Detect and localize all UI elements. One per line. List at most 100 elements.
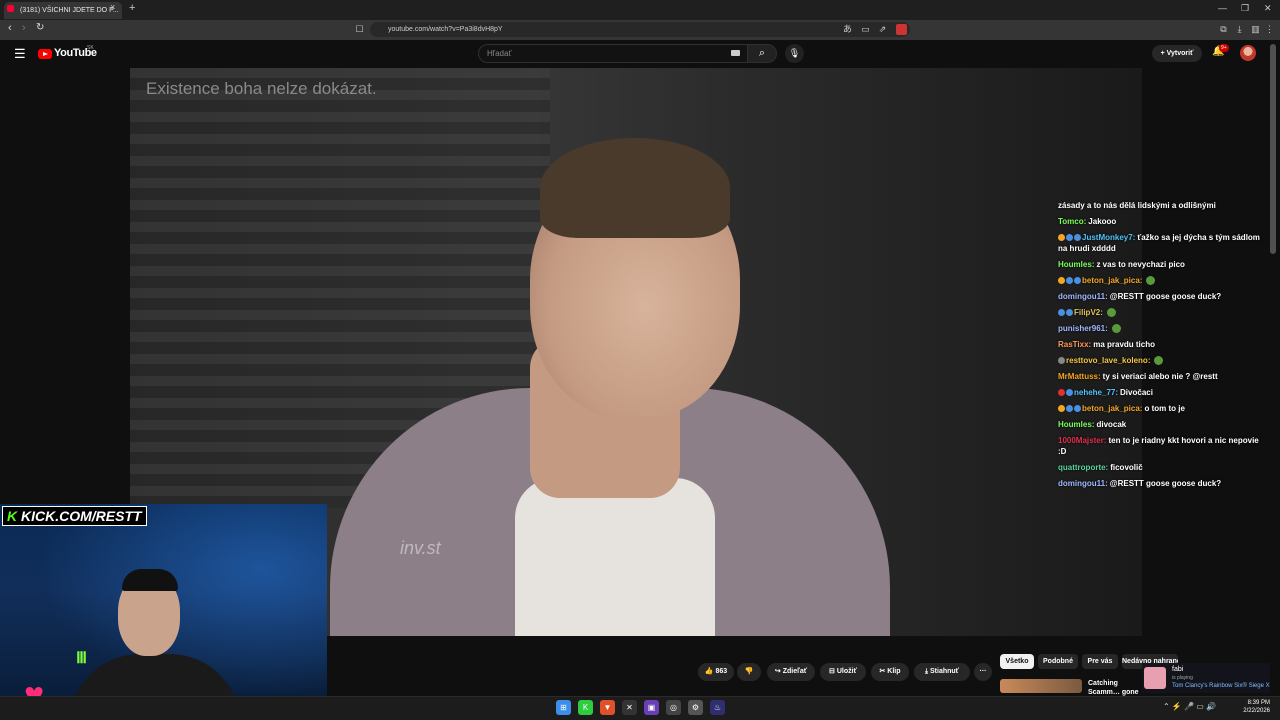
chat-text: Jakooo bbox=[1088, 217, 1117, 226]
sidebar-icon[interactable]: ▥ bbox=[1250, 24, 1261, 35]
close-window-button[interactable]: ✕ bbox=[1264, 3, 1272, 14]
reload-icon[interactable]: ↻ bbox=[36, 22, 44, 33]
chat-text: ty si veriaci alebo nie ? @restt bbox=[1102, 372, 1218, 381]
chat-message: punisher961: bbox=[1058, 323, 1268, 334]
share-page-icon[interactable]: ⇗ bbox=[877, 24, 888, 35]
settings-app-icon[interactable]: ⚙ bbox=[688, 700, 703, 715]
taskbar-clock[interactable]: 8:39 PM 2/22/2026 bbox=[1238, 699, 1270, 715]
chat-text: Divočaci bbox=[1120, 388, 1153, 397]
video-caption: Existence boha nelze dokázat. bbox=[146, 79, 377, 98]
chat-badge-icon bbox=[1058, 357, 1065, 364]
chat-username: nehehe_77: bbox=[1074, 388, 1119, 397]
avatar[interactable] bbox=[1240, 45, 1256, 61]
clock-time: 8:39 PM bbox=[1247, 700, 1270, 706]
hamburger-menu-icon[interactable]: ☰ bbox=[14, 46, 26, 62]
chat-emote-icon bbox=[1154, 356, 1164, 365]
url-field[interactable]: youtube.com/watch?v=Pa3i8dvH8pY bbox=[370, 22, 910, 37]
streamer-cap bbox=[122, 569, 178, 591]
chat-message: Houmles: z vas to nevychazi pico bbox=[1058, 259, 1268, 270]
chat-badge-icon bbox=[1066, 405, 1073, 412]
chat-username: resttovo_lave_koleno: bbox=[1066, 356, 1151, 365]
chrome-icon[interactable]: ◎ bbox=[666, 700, 681, 715]
page-scrollbar[interactable] bbox=[1270, 44, 1276, 254]
share-button[interactable]: ↪ Zdieľať bbox=[767, 663, 815, 681]
twitch-icon[interactable]: ▣ bbox=[644, 700, 659, 715]
steam-icon[interactable]: ♨ bbox=[710, 700, 725, 715]
chat-badge-icon bbox=[1058, 234, 1065, 241]
extensions-icon[interactable]: ⧉ bbox=[1218, 24, 1229, 35]
save-button[interactable]: ⊟ Uložiť bbox=[820, 663, 866, 681]
extension-icon[interactable] bbox=[896, 24, 907, 35]
monster-energy-icon: Ⅲ bbox=[76, 650, 88, 667]
bookmark-icon[interactable]: ☐ bbox=[354, 24, 365, 35]
chip-all[interactable]: Všetko bbox=[1000, 654, 1034, 669]
voice-search-button[interactable]: 🎙 bbox=[785, 44, 804, 63]
translate-icon[interactable]: あ bbox=[842, 24, 853, 35]
chat-username: beton_jak_pica: bbox=[1082, 276, 1143, 285]
chat-emote-icon bbox=[1106, 308, 1116, 317]
create-button[interactable]: + Vytvoriť bbox=[1152, 45, 1202, 62]
windows-start-icon[interactable]: ⊞ bbox=[556, 700, 571, 715]
forward-icon[interactable]: › bbox=[22, 22, 26, 34]
windows-taskbar bbox=[0, 696, 1280, 720]
search-input[interactable]: Hľadať bbox=[478, 44, 748, 63]
chat-badge-icon bbox=[1058, 309, 1065, 316]
region-code: SK bbox=[87, 45, 94, 51]
browser-tab-bar bbox=[0, 0, 1280, 20]
download-label: Stiahnuť bbox=[930, 668, 960, 675]
youtube-logo-icon[interactable] bbox=[38, 49, 52, 59]
minimize-button[interactable]: — bbox=[1218, 3, 1227, 13]
like-button[interactable]: 👍 863 bbox=[698, 663, 734, 681]
back-icon[interactable]: ‹ bbox=[8, 22, 12, 34]
xbox-icon[interactable]: ✕ bbox=[622, 700, 637, 715]
chat-emote-icon bbox=[1111, 324, 1121, 333]
chat-badge-icon bbox=[1074, 405, 1081, 412]
download-button[interactable]: ⤓ Stiahnuť bbox=[914, 663, 970, 681]
chat-message: RasTixx: ma pravdu ticho bbox=[1058, 339, 1268, 350]
brave-browser-icon[interactable]: ▼ bbox=[600, 700, 615, 715]
friend-status: is playing bbox=[1172, 675, 1193, 681]
chat-message: nehehe_77: Divočaci bbox=[1058, 387, 1268, 398]
kick-url-text: KICK.COM/RESTT bbox=[21, 508, 142, 524]
new-tab-button[interactable]: + bbox=[129, 2, 135, 14]
download-icon: ⤓ bbox=[924, 668, 929, 675]
system-tray-icons[interactable]: ⌃ ⚡ 🎤 ▭ 🔊 bbox=[1163, 702, 1216, 711]
chat-message: 1000Majster: ten to je riadny kkt hovori … bbox=[1058, 435, 1268, 457]
more-actions-button[interactable]: ··· bbox=[974, 663, 992, 681]
downloads-icon[interactable]: ⤓ bbox=[1234, 24, 1245, 35]
maximize-button[interactable]: ❐ bbox=[1241, 3, 1249, 14]
chat-username: quattroporte: bbox=[1058, 463, 1109, 472]
chat-badge-icon bbox=[1066, 389, 1073, 396]
chat-username: RasTixx: bbox=[1058, 340, 1092, 349]
kick-url-banner: K KICK.COM/RESTT bbox=[2, 506, 147, 526]
cast-icon[interactable]: ▭ bbox=[860, 24, 871, 35]
chat-badge-icon bbox=[1058, 277, 1065, 284]
chat-username: beton_jak_pica: bbox=[1082, 404, 1143, 413]
clip-button[interactable]: ✂ Klip bbox=[871, 663, 909, 681]
chat-text: o tom to je bbox=[1144, 404, 1185, 413]
thumbs-up-icon: 👍 bbox=[704, 668, 714, 675]
youtube-favicon-icon bbox=[7, 5, 14, 12]
kick-app-icon[interactable]: K bbox=[578, 700, 593, 715]
side-video-thumbnail[interactable] bbox=[1000, 679, 1082, 693]
friend-avatar bbox=[1144, 667, 1166, 689]
chat-message: beton_jak_pica: bbox=[1058, 275, 1268, 286]
chip-for-you[interactable]: Pre vás bbox=[1082, 654, 1118, 669]
browser-tab[interactable]: (3181) VŠICHNI JDETE DO P... bbox=[4, 2, 122, 19]
chat-badge-icon bbox=[1066, 309, 1073, 316]
chat-username: JustMonkey7: bbox=[1082, 233, 1136, 242]
search-button[interactable]: ⌕ bbox=[747, 44, 777, 63]
chat-text: ma pravdu ticho bbox=[1093, 340, 1155, 349]
microphone-logo: inv.st bbox=[400, 538, 441, 558]
browser-menu-icon[interactable]: ⋮ bbox=[1264, 24, 1275, 35]
tab-close-icon[interactable]: × bbox=[110, 2, 115, 12]
search-icon: ⌕ bbox=[758, 47, 766, 59]
chat-message: JustMonkey7: ťažko sa jej dýcha s tým sád… bbox=[1058, 232, 1268, 254]
dislike-button[interactable]: 👎 bbox=[737, 663, 761, 681]
keyboard-icon[interactable] bbox=[731, 50, 740, 56]
chat-text: @RESTT goose goose duck? bbox=[1109, 292, 1222, 301]
chip-similar[interactable]: Podobné bbox=[1038, 654, 1078, 669]
chat-text: ficovolič bbox=[1110, 463, 1143, 472]
mic-icon: 🎙 bbox=[788, 48, 801, 58]
speaker-tshirt bbox=[515, 478, 715, 636]
